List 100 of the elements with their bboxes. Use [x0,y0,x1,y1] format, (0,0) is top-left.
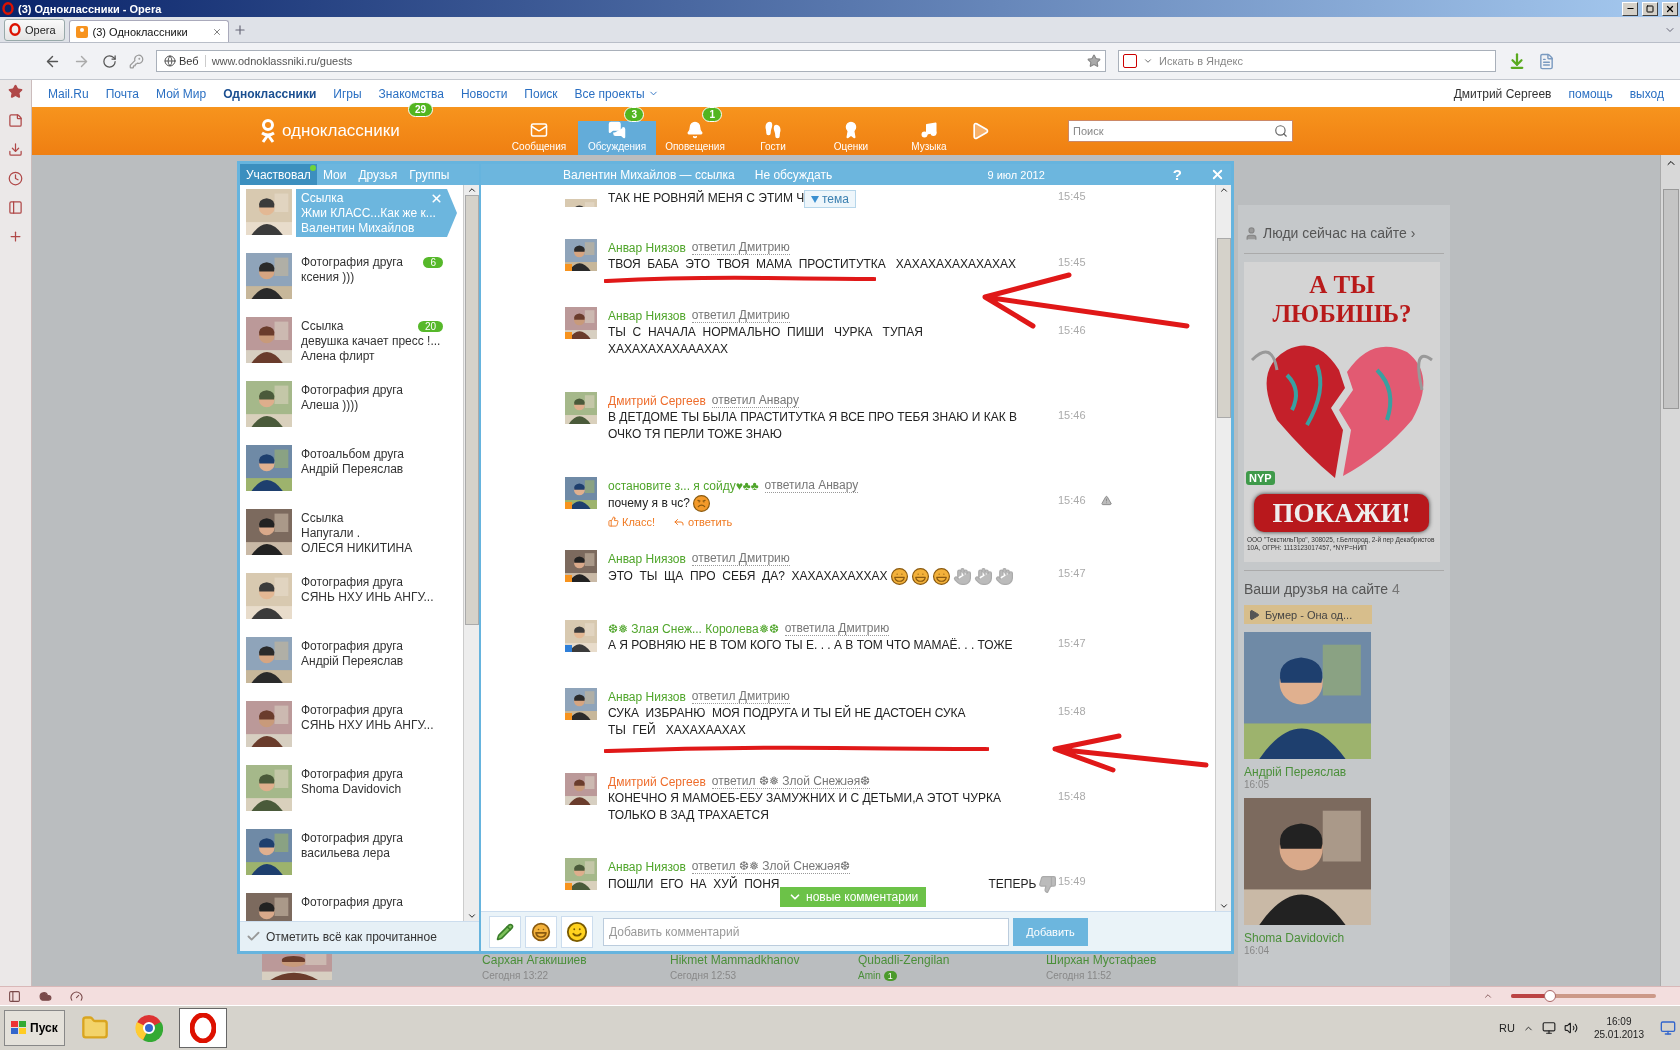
nav-link[interactable]: Новости [460,86,508,101]
search-engine-icon[interactable] [1123,54,1137,68]
scrollbar[interactable] [463,185,479,921]
all-projects-menu[interactable]: Все проекты [574,86,659,101]
warning-icon[interactable] [1101,495,1112,506]
add-panel-icon[interactable] [8,229,23,244]
show-desktop-icon[interactable] [1660,1020,1676,1036]
comment-author[interactable]: Анвар Ниязов [608,859,686,874]
close-button[interactable] [1662,1,1678,16]
discussion-item[interactable]: Фотография друга [296,893,457,921]
comment-author[interactable]: Анвар Ниязов [608,689,686,704]
maximize-button[interactable] [1642,1,1658,16]
speed-icon[interactable] [70,989,83,1003]
site-logo[interactable]: одноклассники [282,121,400,141]
zoom-slider-thumb[interactable] [1544,990,1557,1002]
scroll-up-icon[interactable] [1218,185,1229,195]
history-icon[interactable] [8,171,23,186]
scroll-up-icon[interactable] [466,185,477,195]
discussion-item[interactable]: Фотография друга Shoma Davidovich [296,765,457,813]
reply-to-link[interactable]: ответила Дмитрию [784,621,890,636]
nav-link[interactable]: Одноклассники [223,86,317,101]
scrollbar-thumb[interactable] [1662,189,1679,409]
friend-name[interactable]: Shoma Davidovich [1244,931,1444,945]
nav-link[interactable]: Мой Мир [156,86,207,101]
discussion-item[interactable]: Ссылка 20 девушка качает пресс !... Алена флирт [296,317,457,365]
like-link[interactable]: Класс! [608,515,655,528]
close-icon[interactable] [211,26,222,37]
bookmarks-icon[interactable] [8,84,23,99]
page-icon[interactable] [1538,52,1555,70]
reply-to-link[interactable]: ответил Дмитрию [691,689,790,704]
address-field[interactable]: Веб www.odnoklassniki.ru/guests [156,50,1106,72]
people-online-link[interactable]: Люди сейчас на сайте › [1263,225,1416,241]
scrollbar-thumb[interactable] [464,195,479,625]
key-icon[interactable] [129,53,144,69]
discussion-item[interactable]: Фотография друга Андрій Переяслав [296,637,457,685]
reply-to-link[interactable]: ответил Анвару [711,393,799,408]
smiley-button[interactable] [561,915,593,948]
start-button[interactable]: Пуск [4,1010,65,1046]
sticker-button[interactable] [525,915,557,948]
friend-name[interactable]: Андрій Переяслав [1244,765,1444,779]
notes-icon[interactable] [8,113,23,128]
header-tab[interactable]: Музыка [890,121,968,155]
opera-menu-button[interactable]: Opera [4,18,65,41]
discussion-item[interactable]: Ссылка Напугали . ОЛЕСЯ НИКИТИНА [296,509,457,557]
comment-author[interactable]: Анвар Ниязов [608,240,686,255]
reply-to-link[interactable]: ответил Дмитрию [691,551,790,566]
search-field[interactable]: Поиск [1068,120,1293,142]
comment-author[interactable]: Дмитрий Сергеев [608,774,706,789]
downloads-icon[interactable] [8,142,23,157]
comment-author[interactable]: ❆❅ Злая Снеж... Королева❅❆ [608,621,779,636]
header-tab[interactable]: Гости [734,121,812,155]
clock-date[interactable]: 25.01.2013 [1593,1028,1644,1041]
search-field[interactable]: Искать в Яндекс [1118,50,1496,72]
scrollbar-thumb[interactable] [1216,238,1231,418]
reply-to-link[interactable]: ответил Дмитрию [691,308,790,323]
network-icon[interactable] [1541,1021,1556,1035]
nav-link[interactable]: Поиск [524,86,558,101]
comment-author[interactable]: Анвар Ниязов [608,551,686,566]
mark-all-read-button[interactable]: Отметить всё как прочитанное [240,921,479,951]
pencil-tool-button[interactable] [489,915,521,948]
play-icon[interactable] [970,121,990,141]
reply-to-link[interactable]: ответил ❆❅ Злой Снежɹəя❆ [711,774,871,789]
comment-input[interactable]: Добавить комментарий [603,917,1009,946]
search-icon[interactable] [1274,124,1288,138]
reply-to-link[interactable]: ответил ❆❅ Злой Снежɹəя❆ [691,859,851,874]
download-icon[interactable] [1508,52,1526,70]
reply-to-link[interactable]: ответила Анвару [764,478,859,493]
nav-link[interactable]: Mail.Ru [48,86,89,101]
chevron-up-icon[interactable] [1483,991,1493,1001]
scrollbar[interactable] [1215,185,1231,911]
taskbar-app[interactable] [178,1008,227,1048]
discussion-item[interactable]: Фотография друга СЯНЬ НХУ ИНЬ АНГУ... [296,573,457,621]
scroll-down-icon[interactable] [466,911,477,921]
header-tab[interactable]: Обсуждения [578,121,656,155]
discussion-item[interactable]: Фотография друга СЯНЬ НХУ ИНЬ АНГУ... [296,701,457,749]
clock-time[interactable]: 16:09 [1606,1015,1632,1028]
scroll-down-icon[interactable] [1218,901,1229,911]
nav-link[interactable]: Почта [105,86,139,101]
language-indicator[interactable]: RU [1499,1022,1515,1034]
comment-author[interactable]: Анвар Ниязов [608,308,686,323]
header-tab[interactable]: Сообщения [500,121,578,155]
scrollbar[interactable] [1660,155,1680,986]
discussion-item[interactable]: Фотография друга Алеша )))) [296,381,457,429]
dropdown-icon[interactable] [1143,56,1153,66]
header-tab[interactable]: Оповещения [656,121,734,155]
reply-link[interactable]: ответить [673,515,733,528]
nav-link[interactable]: Знакомства [378,86,444,101]
comment-author[interactable]: Дмитрий Сергеев [608,393,706,408]
minimize-button[interactable] [1622,1,1638,16]
comment-author[interactable]: остановите з... я сойду♥♣♣ [608,478,759,493]
reply-to-link[interactable]: ответил Дмитрию [691,240,790,255]
header-tab[interactable]: Оценки [812,121,890,155]
topic-button[interactable]: тема [804,190,856,208]
now-playing-status[interactable]: Бумер - Она од... [1244,605,1372,624]
nav-link[interactable]: выход [1629,86,1664,101]
panel-toggle-icon[interactable] [8,989,21,1003]
nav-link[interactable]: Игры [333,86,362,101]
nav-link[interactable]: помощь [1568,86,1613,101]
discussion-item[interactable]: Фотоальбом друга Андрій Переяслав [296,445,457,493]
volume-icon[interactable] [1563,1021,1578,1035]
